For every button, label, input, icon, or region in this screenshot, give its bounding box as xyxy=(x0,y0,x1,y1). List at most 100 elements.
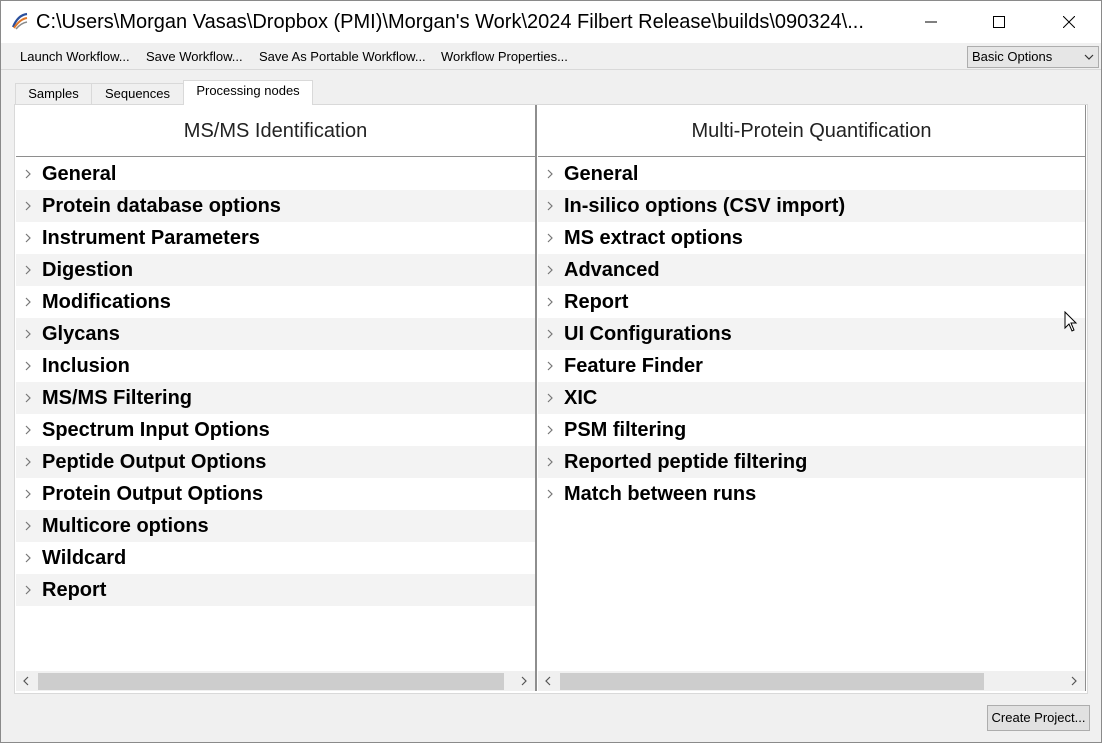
tree-item[interactable]: Inclusion xyxy=(16,350,535,382)
chevron-right-icon xyxy=(25,457,31,467)
chevron-right-icon xyxy=(25,489,31,499)
chevron-right-icon xyxy=(547,457,553,467)
chevron-right-icon xyxy=(547,201,553,211)
chevron-right-icon xyxy=(547,425,553,435)
tree-item-label: Inclusion xyxy=(42,355,130,377)
tree-item[interactable]: Report xyxy=(16,574,535,606)
tab-sequences[interactable]: Sequences xyxy=(91,83,184,105)
scrollbar-thumb[interactable] xyxy=(560,673,984,690)
minimize-icon xyxy=(925,21,937,23)
chevron-right-icon xyxy=(547,169,553,179)
tab-processing-nodes[interactable]: Processing nodes xyxy=(183,80,313,105)
tree-item-label: UI Configurations xyxy=(564,323,732,345)
tree-item[interactable]: Reported peptide filtering xyxy=(538,446,1085,478)
chevron-right-icon xyxy=(547,393,553,403)
tree-item[interactable]: Glycans xyxy=(16,318,535,350)
tab-samples[interactable]: Samples xyxy=(15,83,92,105)
mouse-cursor-icon xyxy=(1064,311,1078,332)
chevron-right-icon xyxy=(547,329,553,339)
tree-item[interactable]: General xyxy=(538,158,1085,190)
tree-item[interactable]: Peptide Output Options xyxy=(16,446,535,478)
chevron-down-icon xyxy=(1084,54,1094,60)
tree-item[interactable]: General xyxy=(16,158,535,190)
chevron-right-icon xyxy=(25,553,31,563)
toolbar: Launch Workflow... Save Workflow... Save… xyxy=(1,44,1101,70)
chevron-right-icon xyxy=(25,265,31,275)
tree-item[interactable]: MS extract options xyxy=(538,222,1085,254)
tree-item-label: Protein database options xyxy=(42,195,281,217)
tree-item-label: Instrument Parameters xyxy=(42,227,260,249)
tree-item-label: Report xyxy=(564,291,629,313)
workflow-properties-button[interactable]: Workflow Properties... xyxy=(441,49,568,65)
tab-label: Sequences xyxy=(104,86,171,101)
chevron-right-icon xyxy=(547,361,553,371)
tab-label: Samples xyxy=(28,86,79,101)
column-header: MS/MS Identification xyxy=(16,105,535,157)
maximize-button[interactable] xyxy=(976,1,1022,43)
scroll-right-icon[interactable] xyxy=(1069,676,1079,686)
tree-item[interactable]: Protein Output Options xyxy=(16,478,535,510)
tree-item-label: In-silico options (CSV import) xyxy=(564,195,846,217)
tree-item-label: Modifications xyxy=(42,291,171,313)
chevron-right-icon xyxy=(25,201,31,211)
launch-workflow-button[interactable]: Launch Workflow... xyxy=(20,49,130,65)
tree-item[interactable]: Feature Finder xyxy=(538,350,1085,382)
chevron-right-icon xyxy=(25,521,31,531)
tree-item[interactable]: Report xyxy=(538,286,1085,318)
horizontal-scrollbar[interactable] xyxy=(16,671,535,691)
tree-item[interactable]: XIC xyxy=(538,382,1085,414)
tree-item[interactable]: UI Configurations xyxy=(538,318,1085,350)
tree-item[interactable]: Wildcard xyxy=(16,542,535,574)
tree-item[interactable]: Protein database options xyxy=(16,190,535,222)
minimize-button[interactable] xyxy=(908,1,954,43)
tree-item-label: General xyxy=(42,163,117,185)
window-title: C:\Users\Morgan Vasas\Dropbox (PMI)\Morg… xyxy=(36,11,864,33)
scrollbar-thumb[interactable] xyxy=(38,673,504,690)
right-tree: General In-silico options (CSV import) M… xyxy=(538,158,1085,510)
close-button[interactable] xyxy=(1046,1,1092,43)
tree-item-label: Glycans xyxy=(42,323,120,345)
left-tree: General Protein database options Instrum… xyxy=(16,158,535,606)
tree-item-label: PSM filtering xyxy=(564,419,687,441)
scroll-left-icon[interactable] xyxy=(21,676,31,686)
tree-item[interactable]: Spectrum Input Options xyxy=(16,414,535,446)
scroll-left-icon[interactable] xyxy=(543,676,553,686)
tree-item[interactable]: Modifications xyxy=(16,286,535,318)
tree-item[interactable]: In-silico options (CSV import) xyxy=(538,190,1085,222)
save-portable-workflow-button[interactable]: Save As Portable Workflow... xyxy=(259,49,426,65)
create-project-label: Create Project... xyxy=(991,710,1086,725)
options-mode-value: Basic Options xyxy=(972,49,1053,64)
tree-item-label: Spectrum Input Options xyxy=(42,419,270,441)
tree-item[interactable]: Advanced xyxy=(538,254,1085,286)
tree-item[interactable]: Multicore options xyxy=(16,510,535,542)
tree-item-label: Match between runs xyxy=(564,483,757,505)
tree-item[interactable]: Match between runs xyxy=(538,478,1085,510)
tree-item-label: MS/MS Filtering xyxy=(42,387,192,409)
chevron-right-icon xyxy=(547,489,553,499)
close-icon xyxy=(1063,16,1075,28)
options-mode-select[interactable]: Basic Options xyxy=(967,46,1099,68)
maximize-icon xyxy=(993,16,1005,28)
chevron-right-icon xyxy=(25,361,31,371)
chevron-right-icon xyxy=(25,329,31,339)
tree-item-label: Reported peptide filtering xyxy=(564,451,808,473)
create-project-button[interactable]: Create Project... xyxy=(987,705,1090,731)
tree-item[interactable]: MS/MS Filtering xyxy=(16,382,535,414)
horizontal-scrollbar[interactable] xyxy=(538,671,1085,691)
tree-item-label: Peptide Output Options xyxy=(42,451,267,473)
tree-item[interactable]: Instrument Parameters xyxy=(16,222,535,254)
chevron-right-icon xyxy=(547,297,553,307)
tab-label: Processing nodes xyxy=(196,83,300,98)
chevron-right-icon xyxy=(25,425,31,435)
multi-protein-quantification-column: Multi-Protein Quantification General In-… xyxy=(538,105,1086,691)
tree-item[interactable]: Digestion xyxy=(16,254,535,286)
tree-item-label: Protein Output Options xyxy=(42,483,264,505)
scroll-right-icon[interactable] xyxy=(519,676,529,686)
tree-item[interactable]: PSM filtering xyxy=(538,414,1085,446)
save-workflow-button[interactable]: Save Workflow... xyxy=(146,49,243,65)
msms-identification-column: MS/MS Identification General Protein dat… xyxy=(16,105,537,691)
tree-item-label: Digestion xyxy=(42,259,134,281)
chevron-right-icon xyxy=(547,233,553,243)
tree-item-label: XIC xyxy=(564,387,598,409)
chevron-right-icon xyxy=(547,265,553,275)
